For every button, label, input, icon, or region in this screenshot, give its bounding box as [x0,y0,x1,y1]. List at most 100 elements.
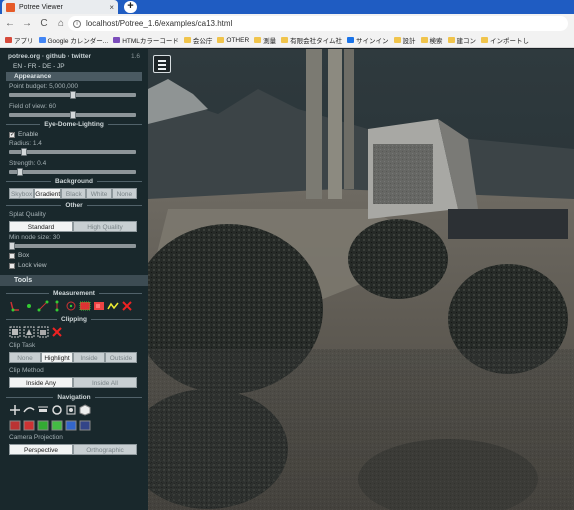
box-checkbox[interactable]: Box [0,252,148,259]
back-view-icon[interactable] [51,419,63,431]
lock-view-checkbox[interactable]: Lock view [0,262,148,269]
bookmark-folder-icon [183,37,191,43]
new-tab-button[interactable]: + [124,1,137,13]
background-black-button[interactable]: Black [61,188,87,199]
edl-strength-slider[interactable] [9,168,136,176]
bookmark-item[interactable]: アプリ [5,35,34,45]
distance-measure-icon[interactable] [37,300,49,312]
fov-label: Field of view: 60 [9,103,56,110]
splat-high-quality-button[interactable]: High Quality [73,221,137,232]
slider-thumb[interactable] [21,148,27,156]
background-gradient-button[interactable]: Gradient [34,188,62,199]
bookmarks-bar: アプリ Google カレンダー... HTMLカラーコード 会公庁 OTHER 測量 有限… [0,33,574,48]
splat-quality-label: Splat Quality [9,211,46,218]
bookmark-folder-icon [5,37,12,43]
bookmark-item[interactable]: 検索 [420,35,443,45]
checkbox-checked-icon[interactable]: ✓ [9,131,15,138]
forward-arrow-icon[interactable]: → [20,17,34,31]
bookmark-item[interactable]: 会公庁 [183,35,212,45]
fov-slider[interactable] [9,111,136,119]
remove-measurements-icon[interactable] [121,300,133,312]
clipping-heading: Clipping [6,316,142,323]
close-tab-icon[interactable]: × [109,3,114,12]
appearance-section-header[interactable]: Appearance [6,72,142,81]
cube-view-icon[interactable] [79,404,91,416]
browser-tab[interactable]: Potree Viewer × [2,0,118,14]
clip-method-inside-all-button[interactable]: Inside All [73,377,137,388]
splat-standard-button[interactable]: Standard [9,221,73,232]
top-view-icon[interactable] [65,419,77,431]
bookmark-item[interactable]: 測量 [254,35,276,45]
camera-projection-label: Camera Projection [9,434,63,441]
camera-perspective-button[interactable]: Perspective [9,444,73,455]
language-selector[interactable]: EN - FR - DE - JP [0,60,148,70]
bookmark-item[interactable]: Google カレンダー... [38,35,108,45]
checkbox-unchecked-icon[interactable] [9,252,15,259]
point-budget-slider[interactable] [9,91,136,99]
clip-task-outside-button[interactable]: Outside [105,352,137,363]
bottom-view-icon[interactable] [79,419,91,431]
address-bar[interactable]: i localhost/Potree_1.6/examples/ca13.htm… [68,16,568,31]
bookmark-label: インポートし [490,38,530,45]
background-none-button[interactable]: None [111,188,137,199]
helicopter-controls-icon[interactable] [37,404,49,416]
focus-controls-icon[interactable] [65,404,77,416]
bookmark-label: HTMLカラーコード [122,38,179,45]
reload-icon[interactable]: C [37,17,51,31]
bookmark-item[interactable]: 建コン [447,35,476,45]
circle-measure-icon[interactable] [65,300,77,312]
bookmark-item[interactable]: インポートし [481,35,529,45]
clip-task-none-button[interactable]: None [9,352,41,363]
clip-task-label: Clip Task [9,342,36,349]
site-info-icon[interactable]: i [73,19,81,28]
bookmark-item[interactable]: HTMLカラーコード [113,35,179,45]
fly-controls-icon[interactable] [23,404,35,416]
slider-thumb[interactable] [70,91,76,99]
bookmark-item[interactable]: サインイン [347,35,389,45]
left-view-icon[interactable] [9,419,21,431]
clip-screen-box-icon[interactable] [37,326,49,338]
bookmark-item[interactable]: OTHER [217,37,249,44]
clip-volume-icon[interactable] [9,326,21,338]
background-white-button[interactable]: White [86,188,112,199]
slider-thumb[interactable] [9,242,15,250]
angle-measure-icon[interactable] [9,300,21,312]
remove-clipping-icon[interactable] [51,326,63,338]
tools-section-header[interactable]: Tools [0,275,148,286]
edl-strength-label: Strength: 0.4 [9,160,47,167]
slider-thumb[interactable] [70,111,76,119]
edl-radius-slider[interactable] [9,148,136,156]
orbit-controls-icon[interactable] [51,404,63,416]
slider-thumb[interactable] [17,168,23,176]
back-arrow-icon[interactable]: ← [3,17,17,31]
point-cloud-viewport[interactable] [148,49,574,510]
clip-task-inside-button[interactable]: Inside [73,352,105,363]
clip-method-label: Clip Method [9,367,44,374]
right-view-icon[interactable] [37,419,49,431]
hamburger-menu-icon[interactable] [153,55,171,73]
splat-quality-button-group: Standard High Quality [9,221,137,232]
clip-polygon-icon[interactable] [23,326,35,338]
height-profile-icon[interactable] [107,300,119,312]
clip-task-highlight-button[interactable]: Highlight [41,352,73,363]
home-icon[interactable]: ⌂ [54,17,68,31]
area-measure-icon[interactable] [79,300,91,312]
bookmark-item[interactable]: 設計 [393,35,416,45]
tab-title: Potree Viewer [19,3,63,11]
camera-orthographic-button[interactable]: Orthographic [73,444,137,455]
bookmark-item[interactable]: 有限会社タイム社 [281,35,342,45]
height-measure-icon[interactable] [51,300,63,312]
edl-radius-label: Radius: 1.4 [9,140,42,147]
project-links[interactable]: potree.org · github · twitter [8,53,91,60]
clip-method-inside-any-button[interactable]: Inside Any [9,377,73,388]
background-skybox-button[interactable]: Skybox [9,188,35,199]
checkbox-unchecked-icon[interactable] [9,262,15,269]
min-node-size-slider[interactable] [9,242,136,250]
point-cloud-render[interactable] [148,49,574,510]
earth-controls-icon[interactable] [9,404,21,416]
point-measure-icon[interactable] [23,300,35,312]
bookmark-folder-icon [481,37,489,43]
front-view-icon[interactable] [23,419,35,431]
volume-measure-icon[interactable] [93,300,105,312]
edl-enable-checkbox[interactable]: ✓ Enable [0,131,148,138]
